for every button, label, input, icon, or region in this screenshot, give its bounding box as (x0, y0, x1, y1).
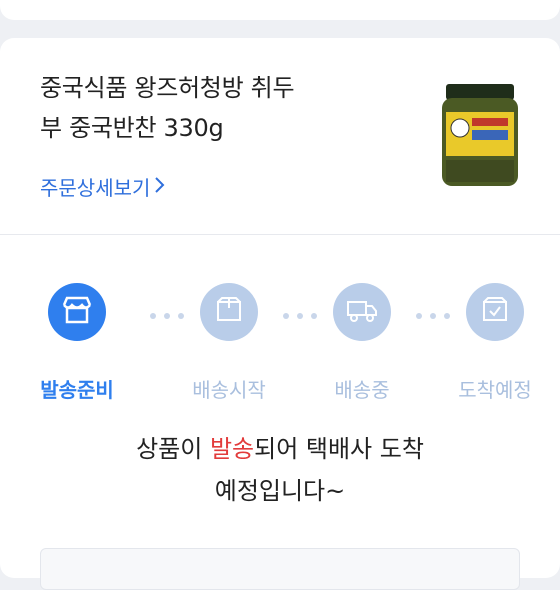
step-connector (150, 313, 184, 319)
order-detail-link[interactable]: 주문상세보기 (40, 172, 166, 201)
status-message: 상품이 발송되어 택배사 도착 예정입니다~ (0, 428, 560, 512)
box-icon (213, 294, 245, 330)
chevron-right-icon (154, 175, 166, 199)
store-icon (60, 293, 94, 331)
truck-icon (345, 294, 379, 330)
previous-card (0, 0, 560, 20)
step-label-arrival: 도착예정 (458, 378, 532, 402)
step-in-transit (333, 283, 391, 341)
check-box-icon (479, 294, 511, 330)
product-info: 중국식품 왕즈허청방 취두 부 중국반찬 330g (40, 68, 400, 148)
step-connector (416, 313, 450, 319)
step-arrival (466, 283, 524, 341)
step-label-preparing: 발송준비 (40, 378, 114, 402)
status-message-line2: 예정입니다~ (214, 477, 346, 505)
product-name-line1: 중국식품 왕즈허청방 취두 (40, 74, 295, 102)
message-suffix: 되어 택배사 도착 (254, 435, 424, 463)
step-connector (283, 313, 317, 319)
bottom-panel (40, 548, 520, 590)
step-label-shipping-start: 배송시작 (192, 378, 266, 402)
step-shipping-start (200, 283, 258, 341)
product-image (432, 80, 528, 190)
message-prefix: 상품이 (136, 435, 210, 463)
message-highlight: 발송 (209, 435, 255, 463)
order-detail-label: 주문상세보기 (40, 176, 151, 200)
divider (0, 234, 560, 235)
product-name-line2: 부 중국반찬 330g (40, 114, 224, 142)
step-preparing (48, 283, 106, 341)
status-message-line1: 상품이 발송되어 택배사 도착 (0, 428, 560, 470)
step-label-in-transit: 배송중 (334, 378, 390, 402)
